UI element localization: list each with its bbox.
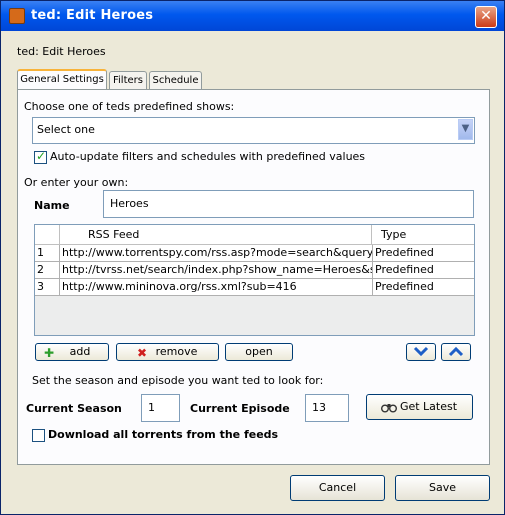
download-all-label: Download all torrents from the feeds	[48, 428, 279, 441]
add-feed-button-label: add	[69, 345, 91, 358]
table-header: RSS Feed Type	[35, 225, 474, 245]
remove-x-icon: ✖	[137, 346, 148, 360]
current-episode-label: Current Episode	[190, 402, 290, 415]
feed-url: http://www.mininova.org/rss.xml?sub=416	[60, 279, 373, 295]
column-header-number[interactable]	[35, 225, 60, 244]
row-number: 3	[35, 279, 60, 295]
close-button[interactable]: ✕	[475, 6, 497, 28]
dialog-window: ted: Edit Heroes ✕ ted: Edit Heroes Gene…	[0, 0, 505, 515]
remove-feed-button-label: remove	[155, 345, 198, 358]
general-settings-panel: Choose one of teds predefined shows: Sel…	[17, 89, 490, 465]
episode-prompt: Set the season and episode you want ted …	[32, 374, 324, 387]
auto-update-label: Auto-update filters and schedules with p…	[50, 150, 366, 163]
name-field-value: Heroes	[110, 197, 149, 210]
feed-type: Predefined	[375, 280, 434, 293]
auto-update-checkbox[interactable]: ✓	[34, 149, 47, 164]
save-button[interactable]: Save	[395, 475, 490, 501]
current-episode-field[interactable]: 13	[305, 394, 349, 422]
remove-feed-button[interactable]: ✖ remove	[116, 343, 219, 361]
open-feed-button[interactable]: open	[225, 343, 293, 361]
close-icon: ✕	[480, 8, 492, 24]
column-header-rss-feed[interactable]: RSS Feed	[60, 225, 372, 244]
move-down-button[interactable]	[406, 343, 436, 361]
tab-general-settings[interactable]: General Settings	[17, 69, 107, 91]
get-latest-button[interactable]: Get Latest	[366, 394, 473, 420]
title-bar[interactable]: ted: Edit Heroes ✕	[1, 1, 504, 31]
current-episode-value: 13	[312, 401, 326, 414]
cancel-button[interactable]: Cancel	[290, 475, 385, 501]
add-feed-button[interactable]: ✚ add	[35, 343, 109, 361]
dialog-heading: ted: Edit Heroes	[17, 45, 106, 58]
get-latest-button-label: Get Latest	[399, 400, 458, 413]
feed-url: http://www.torrentspy.com/rss.asp?mode=s…	[62, 245, 373, 261]
app-icon	[9, 8, 25, 24]
predefined-label: Choose one of teds predefined shows:	[24, 100, 235, 113]
chevron-up-icon	[448, 346, 464, 357]
feed-type: Predefined	[375, 246, 434, 259]
download-all-checkbox[interactable]	[32, 429, 45, 442]
row-number: 1	[35, 245, 60, 261]
feed-url: http://tvrss.net/search/index.php?show_n…	[62, 262, 373, 278]
predefined-show-select[interactable]: Select one ▼	[32, 117, 475, 144]
move-up-button[interactable]	[441, 343, 471, 361]
current-season-label: Current Season	[26, 402, 122, 415]
table-row[interactable]: 3 http://www.mininova.org/rss.xml?sub=41…	[35, 279, 474, 296]
table-row[interactable]: 1 http://www.torrentspy.com/rss.asp?mode…	[35, 245, 474, 262]
current-season-field[interactable]: 1	[141, 394, 180, 422]
name-field[interactable]: Heroes	[103, 190, 474, 218]
own-label: Or enter your own:	[24, 176, 129, 189]
column-header-type[interactable]: Type	[373, 225, 474, 244]
chevron-down-icon	[413, 346, 429, 357]
chevron-down-icon[interactable]: ▼	[458, 119, 473, 140]
binoculars-icon	[381, 404, 397, 413]
checkmark-icon: ✓	[36, 149, 47, 163]
tab-schedule[interactable]: Schedule	[149, 71, 202, 89]
row-number: 2	[35, 262, 60, 278]
feed-type: Predefined	[375, 263, 434, 276]
table-row[interactable]: 2 http://tvrss.net/search/index.php?show…	[35, 262, 474, 279]
tab-filters[interactable]: Filters	[109, 71, 147, 89]
rss-feed-table: RSS Feed Type 1 http://www.torrentspy.co…	[34, 224, 475, 336]
plus-icon: ✚	[44, 346, 55, 360]
window-title: ted: Edit Heroes	[31, 8, 154, 23]
column-header-rss-feed-label: RSS Feed	[88, 228, 140, 241]
current-season-value: 1	[148, 401, 155, 414]
predefined-show-value: Select one	[37, 123, 95, 136]
name-label: Name	[34, 199, 70, 212]
